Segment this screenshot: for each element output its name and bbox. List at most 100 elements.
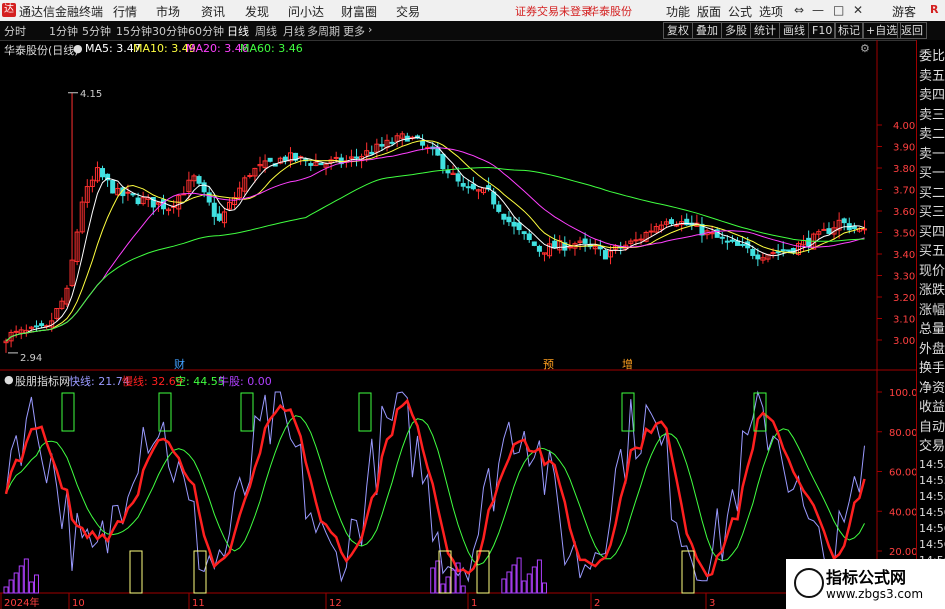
- candle-body: [282, 156, 288, 161]
- volume-bar: [28, 581, 34, 594]
- side-panel-item[interactable]: 卖二: [919, 123, 945, 142]
- price-axis-label: 3.50: [893, 229, 915, 240]
- toolbar-back-button[interactable]: 返回: [897, 22, 927, 39]
- period-daily[interactable]: 日线: [227, 23, 249, 39]
- menu-options[interactable]: 选项: [759, 3, 783, 20]
- side-panel-item[interactable]: 自动: [919, 416, 945, 435]
- menu-functions[interactable]: 功能: [666, 3, 690, 20]
- toolbar-overlay-button[interactable]: 叠加: [692, 22, 722, 39]
- top-signal-box: [240, 392, 254, 432]
- side-panel-item[interactable]: 换手: [919, 357, 945, 376]
- side-panel-item[interactable]: 买五: [919, 240, 945, 259]
- menu-ask[interactable]: 问小达: [288, 3, 324, 20]
- menu-market[interactable]: 市场: [156, 3, 180, 20]
- period-timeshare[interactable]: 分时: [4, 23, 26, 39]
- volume-bar: [501, 578, 507, 594]
- period-15min[interactable]: 15分钟: [116, 23, 152, 39]
- slow-line-label: 慢线: 32.69: [122, 375, 183, 388]
- toolbar-fuquan-button[interactable]: 复权: [663, 22, 693, 39]
- candle-body: [33, 325, 39, 328]
- broker-login-status[interactable]: 证券交易未登录: [515, 3, 592, 19]
- maximize-icon[interactable]: □: [833, 3, 844, 17]
- dot-icon: ●: [73, 42, 83, 55]
- guest-user[interactable]: 游客: [892, 3, 916, 20]
- event-marker: 预: [543, 358, 554, 371]
- menu-wealth[interactable]: 财富圈: [341, 3, 377, 20]
- toolbar-draw-button[interactable]: 画线: [779, 22, 809, 39]
- candle-body: [100, 168, 106, 178]
- candle-body: [135, 197, 141, 205]
- menu-quotes[interactable]: 行情: [113, 3, 137, 20]
- candle-body: [862, 228, 868, 231]
- side-panel-item[interactable]: 买四: [919, 221, 945, 240]
- menu-trade[interactable]: 交易: [396, 3, 420, 20]
- menu-discover[interactable]: 发现: [245, 3, 269, 20]
- kline-chart[interactable]: 4.00 3.90 3.80 3.70 3.60 3.50 3.40 3.30 3.20 3.10…: [0, 40, 916, 609]
- period-multi[interactable]: 多周期: [307, 23, 340, 39]
- bottom-signal-box: [129, 550, 143, 594]
- menu-news[interactable]: 资讯: [201, 3, 225, 20]
- chevron-right-icon[interactable]: ›: [368, 23, 372, 36]
- indicator-name[interactable]: 股朋指标网: [15, 373, 70, 389]
- app-title: 通达信金融终端: [19, 5, 104, 19]
- high-price-label: 4.15: [80, 89, 102, 100]
- toolbar-add-favorite-button[interactable]: +自选: [862, 22, 902, 39]
- side-panel-item[interactable]: 总量: [919, 318, 945, 337]
- settings-icon[interactable]: ⚙: [860, 42, 870, 55]
- volume-bar: [516, 557, 522, 594]
- candle-body: [247, 174, 253, 177]
- side-panel-item[interactable]: 买二: [919, 182, 945, 201]
- period-weekly[interactable]: 周线: [255, 23, 277, 39]
- side-panel-item[interactable]: 现价: [919, 260, 945, 279]
- side-panel-item[interactable]: 涨幅: [919, 299, 945, 318]
- candle-body: [318, 162, 324, 166]
- candle-body: [740, 243, 746, 246]
- candle-body: [531, 241, 537, 246]
- bottom-signal-box: [681, 550, 695, 594]
- side-panel-item[interactable]: 买一: [919, 162, 945, 181]
- minimize-icon[interactable]: —: [812, 3, 824, 17]
- side-panel-item[interactable]: 交易: [919, 435, 945, 454]
- side-panel-item[interactable]: 卖四: [919, 84, 945, 103]
- volume-bar: [23, 558, 29, 594]
- period-monthly[interactable]: 月线: [283, 23, 305, 39]
- side-panel-item[interactable]: 外盘: [919, 338, 945, 357]
- side-panel-time: 14:55: [919, 458, 945, 471]
- side-panel-item[interactable]: 买三: [919, 201, 945, 220]
- side-panel-item[interactable]: 卖五: [919, 65, 945, 84]
- toolbar-stats-button[interactable]: 统计: [750, 22, 780, 39]
- side-panel-item[interactable]: 卖三: [919, 104, 945, 123]
- side-panel-item[interactable]: 委比: [919, 45, 945, 64]
- ma5-line: [5, 136, 865, 342]
- period-5min[interactable]: 5分钟: [82, 23, 111, 39]
- menu-formula[interactable]: 公式: [728, 3, 752, 20]
- side-panel-time: 14:56: [919, 522, 945, 535]
- menu-layout[interactable]: 版面: [697, 3, 721, 20]
- switch-window-icon[interactable]: ⇔: [794, 3, 804, 17]
- candle-body: [516, 222, 522, 231]
- volume-bar: [33, 574, 39, 594]
- current-stock-status: 华泰股份: [588, 5, 632, 18]
- toolbar-mark-button[interactable]: 标记: [834, 22, 864, 39]
- side-panel-item[interactable]: 净资: [919, 377, 945, 396]
- period-60min[interactable]: 60分钟: [188, 23, 224, 39]
- side-panel-item[interactable]: 卖一: [919, 143, 945, 162]
- candle-body: [201, 182, 207, 193]
- event-marker: 增: [622, 357, 633, 371]
- volume-bar: [445, 576, 451, 594]
- fast-line: [5, 390, 865, 583]
- toolbar-multistock-button[interactable]: 多股: [721, 22, 751, 39]
- period-30min[interactable]: 30分钟: [152, 23, 188, 39]
- candle-body: [354, 156, 360, 159]
- period-1min[interactable]: 1分钟: [49, 23, 78, 39]
- candle-body: [465, 186, 471, 189]
- side-panel-item[interactable]: 涨跌: [919, 279, 945, 298]
- ma60-label: MA60: 3.46: [240, 42, 303, 55]
- watermark-title: 指标公式网: [826, 568, 907, 587]
- side-panel-item[interactable]: 收益: [919, 396, 945, 415]
- toolbar-f10-button[interactable]: F10: [808, 22, 837, 39]
- price-axis-label: 3.70: [893, 186, 915, 197]
- close-icon[interactable]: ✕: [853, 3, 863, 17]
- period-more[interactable]: 更多: [343, 23, 365, 39]
- time-axis-label: 11: [192, 598, 205, 609]
